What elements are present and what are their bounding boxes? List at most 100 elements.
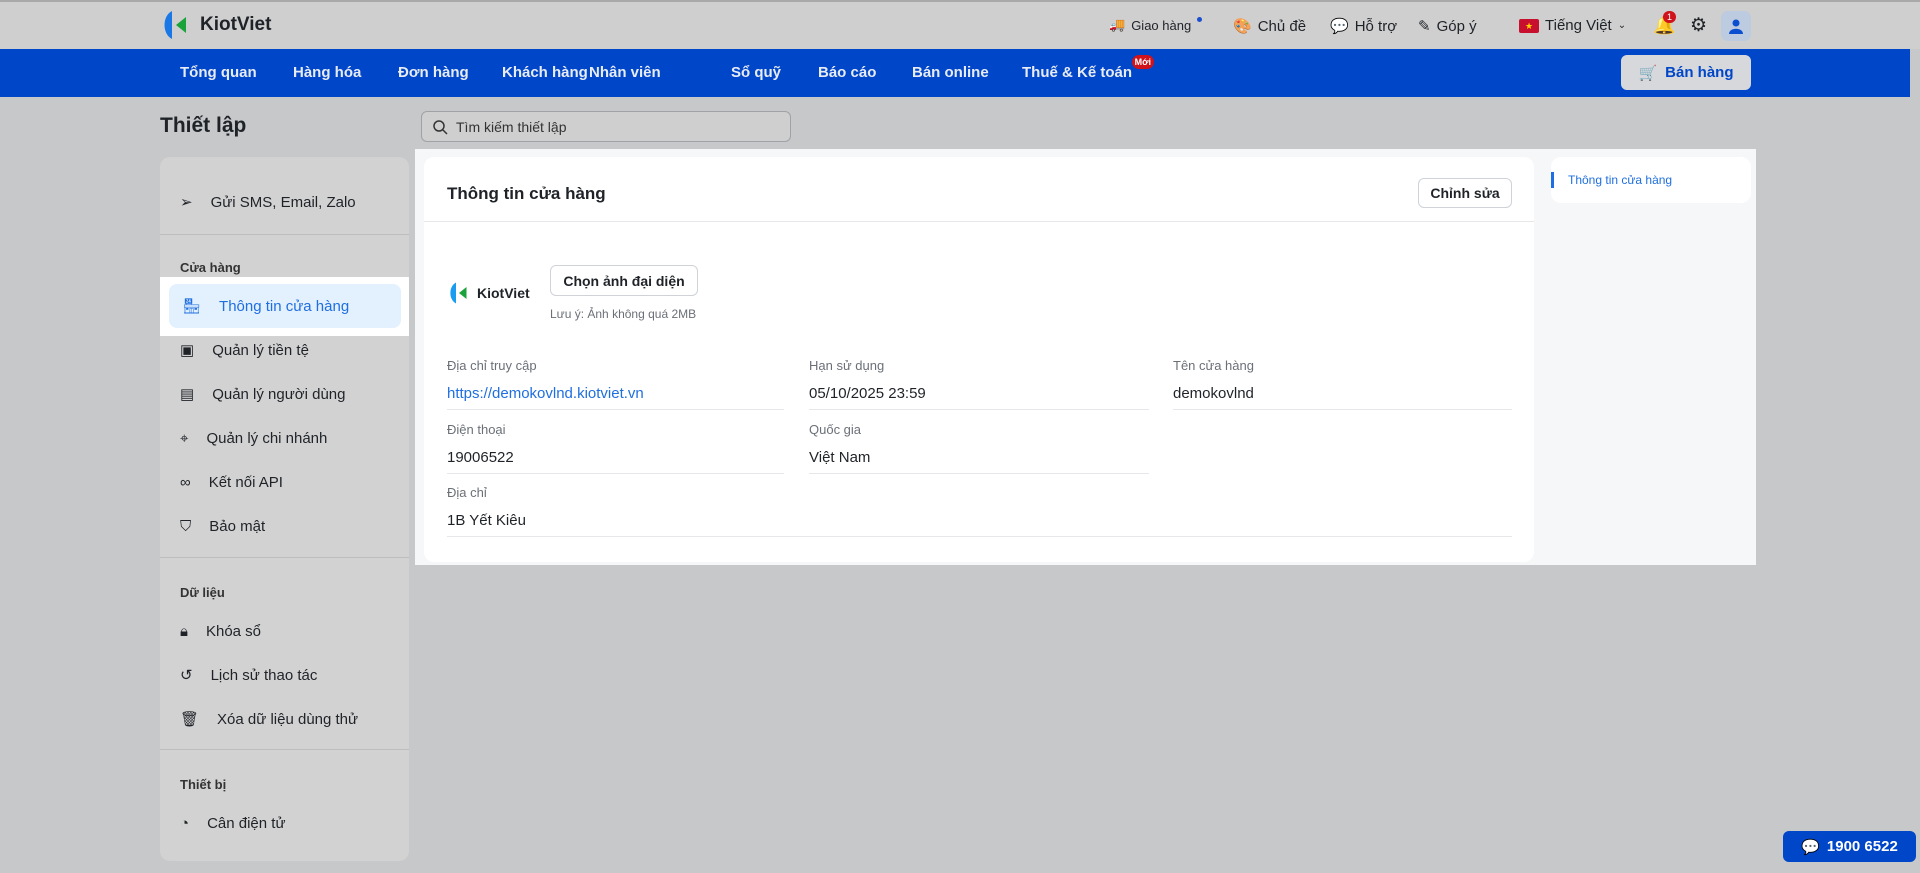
nav-overview[interactable]: Tổng quan xyxy=(180,64,257,81)
history-icon: ↺ xyxy=(180,667,193,684)
sidebar-item-label: Khóa sổ xyxy=(205,622,262,640)
field-label-phone: Điện thoại xyxy=(447,422,506,437)
country-value: Việt Nam xyxy=(809,449,871,466)
sidebar-item-currency[interactable]: ▣ Quản lý tiền tệ xyxy=(180,338,309,362)
section-toc: Thông tin cửa hàng xyxy=(1551,157,1751,203)
kiotviet-logo-icon xyxy=(164,11,186,39)
field-underline xyxy=(809,409,1149,410)
nav-tax-label: Thuế & Kế toán xyxy=(1022,64,1133,81)
sidebar-item-users[interactable]: ▤ Quản lý người dùng xyxy=(180,382,345,406)
field-label-address: Địa chỉ xyxy=(447,485,487,500)
settings-search-input[interactable]: Tìm kiếm thiết lập xyxy=(421,111,791,142)
field-underline xyxy=(447,536,1512,537)
sidebar-item-label: Kết nối API xyxy=(208,473,283,491)
chat-alert-icon: 💬 xyxy=(1330,18,1349,35)
delivery-dot xyxy=(1197,16,1203,22)
sidebar-item-lock-books[interactable]: 🔒︎ Khóa sổ xyxy=(180,619,261,643)
card-title: Thông tin cửa hàng xyxy=(447,184,606,203)
address-value: 1B Yết Kiêu xyxy=(447,512,526,529)
link-icon: ∞ xyxy=(180,473,191,491)
user-card-icon: ▤ xyxy=(180,386,195,403)
support-link[interactable]: 💬 Hỗ trợ xyxy=(1330,17,1398,36)
section-store: Cửa hàng xyxy=(180,260,241,275)
nav-orders[interactable]: Đơn hàng xyxy=(398,64,469,81)
trash-icon: 🗑︎ xyxy=(180,711,200,728)
sidebar-item-sms-email-zalo[interactable]: ➢ Gửi SMS, Email, Zalo xyxy=(180,190,356,214)
feedback-label: Góp ý xyxy=(1436,17,1477,35)
vietnam-flag-icon: ★ xyxy=(1519,18,1539,33)
sidebar-item-branches[interactable]: ⌖ Quản lý chi nhánh xyxy=(180,426,327,450)
section-data: Dữ liệu xyxy=(180,585,225,600)
nav-reports[interactable]: Báo cáo xyxy=(818,64,876,81)
user-icon xyxy=(1729,19,1743,34)
sidebar-item-security[interactable]: ⛉ Bảo mật xyxy=(180,514,265,538)
notification-bell[interactable]: 🔔 1 xyxy=(1653,11,1677,36)
truck-icon: 🚚 xyxy=(1109,17,1126,32)
toc-active-indicator xyxy=(1551,172,1554,188)
store-info-card: Thông tin cửa hàng Chỉnh sửa KiotViet Ch… xyxy=(424,157,1534,562)
nav-employees[interactable]: Nhân viên xyxy=(589,64,661,81)
lock-icon: 🔒︎ xyxy=(180,622,188,640)
language-select[interactable]: ★ Tiếng Việt ⌄ xyxy=(1519,17,1626,34)
nav-customers[interactable]: Khách hàng xyxy=(502,64,588,81)
kiotviet-logo-icon xyxy=(450,282,467,304)
brand-name: KiotViet xyxy=(200,14,272,35)
chevron-down-icon: ⌄ xyxy=(1617,20,1627,31)
sidebar-item-label: Lịch sử thao tác xyxy=(210,666,318,684)
settings-icon[interactable]: ⚙ xyxy=(1690,14,1707,37)
choose-avatar-button[interactable]: Chọn ảnh đại diện xyxy=(550,265,698,296)
edit-button[interactable]: Chỉnh sửa xyxy=(1418,178,1512,208)
nav-products[interactable]: Hàng hóa xyxy=(293,64,361,81)
section-devices: Thiết bị xyxy=(180,777,227,792)
send-icon: ➢ xyxy=(180,194,193,211)
sidebar-item-api[interactable]: ∞ Kết nối API xyxy=(180,470,283,494)
hotline-number: 1900 6522 xyxy=(1826,838,1898,855)
money-icon: ▣ xyxy=(180,342,195,359)
sidebar-item-label: Thông tin cửa hàng xyxy=(219,297,350,315)
store-logo: KiotViet xyxy=(447,281,530,305)
nav-online-sales[interactable]: Bán online xyxy=(912,64,989,81)
field-underline xyxy=(1173,409,1512,410)
access-url-link[interactable]: https://demokovlnd.kiotviet.vn xyxy=(447,385,644,402)
cart-icon: 🛒 xyxy=(1638,64,1658,82)
store-icon: 🏪︎ xyxy=(182,298,202,315)
toc-item-store-info[interactable]: Thông tin cửa hàng xyxy=(1568,173,1672,187)
logo-text: KiotViet xyxy=(477,285,530,301)
brand-logo[interactable]: KiotViet xyxy=(160,10,271,40)
delivery-label: Giao hàng xyxy=(1131,17,1192,33)
divider xyxy=(160,234,409,235)
sidebar-item-label: Gửi SMS, Email, Zalo xyxy=(210,193,356,211)
field-label-country: Quốc gia xyxy=(809,422,862,437)
delivery-link[interactable]: 🚚 Giao hàng xyxy=(1109,16,1203,33)
feedback-link[interactable]: ✎ Góp ý xyxy=(1418,17,1477,36)
nav-tax-accounting[interactable]: Thuế & Kế toán Mới xyxy=(1022,55,1155,81)
sidebar-item-label: Quản lý người dùng xyxy=(212,385,346,403)
hotline-button[interactable]: 💬 1900 6522 xyxy=(1783,831,1916,862)
sidebar-item-label: Xóa dữ liệu dùng thử xyxy=(217,710,359,728)
palette-icon: 🎨 xyxy=(1233,18,1252,35)
sidebar-item-delete-trial-data[interactable]: 🗑︎ Xóa dữ liệu dùng thử xyxy=(180,707,358,731)
location-pin-icon: ⌖ xyxy=(180,429,189,447)
sidebar-item-label: Quản lý tiền tệ xyxy=(212,341,309,359)
page-title: Thiết lập xyxy=(160,114,247,137)
avatar[interactable] xyxy=(1721,11,1751,41)
field-underline xyxy=(447,473,784,474)
divider xyxy=(424,221,1534,222)
sidebar-item-label: Quản lý chi nhánh xyxy=(206,429,328,447)
sidebar-item-label: Bảo mật xyxy=(209,517,266,535)
support-label: Hỗ trợ xyxy=(1354,17,1398,35)
sidebar-item-history[interactable]: ↺ Lịch sử thao tác xyxy=(180,663,317,687)
nav-cashbook[interactable]: Sổ quỹ xyxy=(731,64,781,81)
sidebar-item-store-info[interactable]: 🏪︎ Thông tin cửa hàng xyxy=(169,284,401,328)
gauge-icon: ◔ xyxy=(180,814,190,832)
sell-button[interactable]: 🛒 Bán hàng xyxy=(1621,55,1751,90)
theme-link[interactable]: 🎨 Chủ đề xyxy=(1233,17,1306,36)
phone-value: 19006522 xyxy=(447,449,514,466)
sidebar-item-scale[interactable]: ◔ Cân điện tử xyxy=(180,811,285,835)
chat-icon: 💬 xyxy=(1801,838,1820,856)
store-name-value: demokovlnd xyxy=(1173,385,1254,402)
field-underline xyxy=(809,473,1149,474)
expiry-value: 05/10/2025 23:59 xyxy=(809,385,926,402)
divider xyxy=(160,749,409,750)
field-label-access-url: Địa chỉ truy cập xyxy=(447,358,537,373)
